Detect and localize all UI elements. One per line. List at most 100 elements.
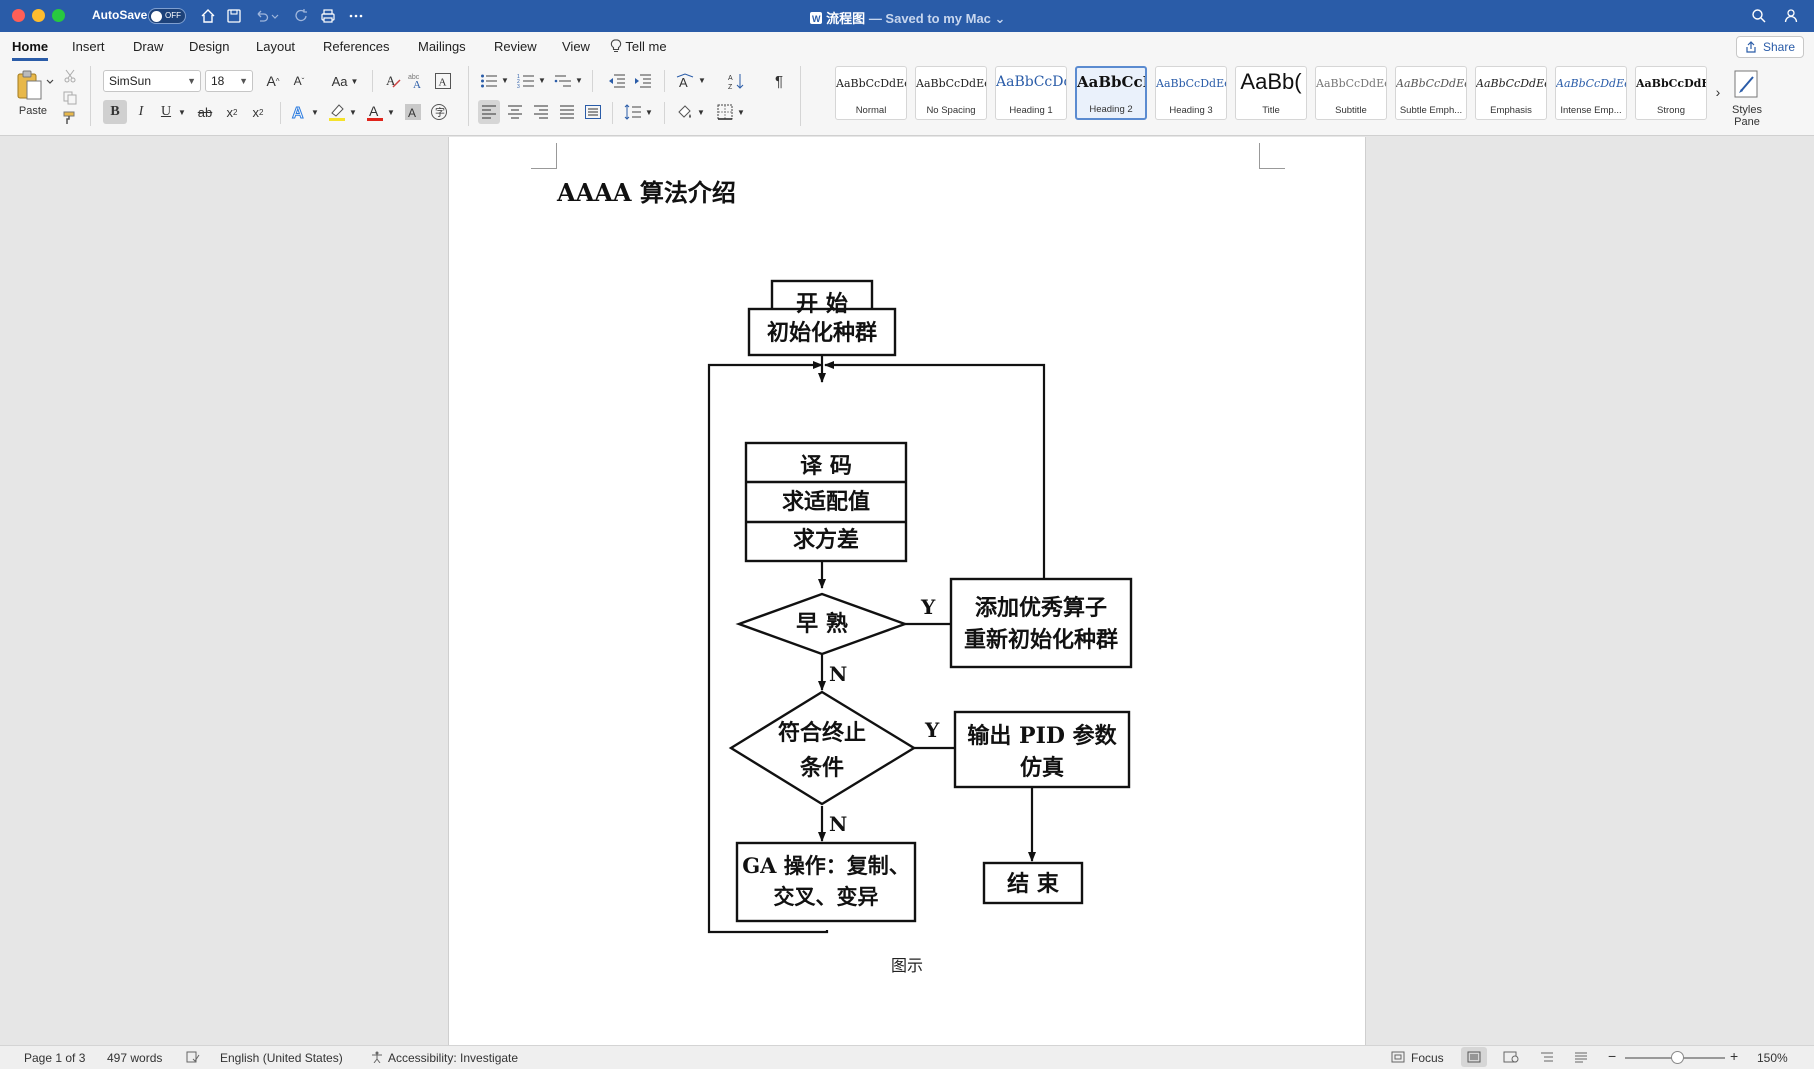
style-intense-emphasis[interactable]: AaBbCcDdEe Intense Emp... [1555, 66, 1627, 120]
style-heading-1[interactable]: AaBbCcDc Heading 1 [995, 66, 1067, 120]
font-color-icon[interactable]: A [364, 100, 386, 124]
strikethrough-button[interactable]: ab [193, 100, 217, 124]
figure-caption[interactable]: 图示 [449, 952, 1365, 976]
page-count[interactable]: Page 1 of 3 [24, 1051, 85, 1065]
font-name-select[interactable]: SimSun ▼ [103, 70, 201, 92]
multilevel-list-icon[interactable] [552, 70, 574, 92]
style-subtle-emphasis[interactable]: AaBbCcDdEe Subtle Emph... [1395, 66, 1467, 120]
paste-dropdown-icon[interactable] [45, 76, 55, 88]
bullets-icon[interactable] [478, 70, 500, 92]
underline-dropdown-icon[interactable]: ▼ [177, 104, 187, 120]
clear-formatting-icon[interactable]: A [382, 70, 404, 92]
tab-draw[interactable]: Draw [133, 39, 163, 54]
gallery-next-icon[interactable]: › [1712, 82, 1724, 102]
borders-dropdown-icon[interactable]: ▼ [736, 104, 746, 120]
accessibility-status[interactable]: Accessibility: Investigate [388, 1051, 518, 1065]
style-no-spacing[interactable]: AaBbCcDdEe No Spacing [915, 66, 987, 120]
search-icon[interactable] [1749, 6, 1769, 26]
accessibility-icon[interactable] [370, 1051, 384, 1066]
zoom-out-button[interactable]: − [1608, 1048, 1616, 1064]
undo-icon[interactable] [252, 6, 272, 26]
align-left-button[interactable] [478, 100, 500, 124]
text-effects-dropdown-icon[interactable]: ▼ [310, 104, 320, 120]
save-icon[interactable] [224, 6, 244, 26]
shading-dropdown-icon[interactable]: ▼ [696, 104, 706, 120]
close-window-button[interactable] [12, 9, 25, 22]
italic-button[interactable]: I [130, 100, 152, 124]
phonetic-guide-icon[interactable]: abc A [406, 70, 428, 92]
superscript-button[interactable]: x2 [246, 100, 270, 124]
numbering-dropdown-icon[interactable]: ▼ [537, 72, 547, 88]
underline-button[interactable]: U [155, 100, 177, 124]
font-color-dropdown-icon[interactable]: ▼ [386, 104, 396, 120]
format-painter-icon[interactable] [62, 110, 78, 126]
draft-view-button[interactable] [1574, 1051, 1588, 1066]
focus-mode-button[interactable]: Focus [1411, 1051, 1444, 1065]
line-spacing-dropdown-icon[interactable]: ▼ [644, 104, 654, 120]
style-title[interactable]: AaBb( Title [1235, 66, 1307, 120]
style-emphasis[interactable]: AaBbCcDdEe Emphasis [1475, 66, 1547, 120]
character-shading-icon[interactable]: A [402, 100, 424, 124]
tab-mailings[interactable]: Mailings [418, 39, 466, 54]
more-options-icon[interactable] [346, 6, 366, 26]
zoom-window-button[interactable] [52, 9, 65, 22]
tab-design[interactable]: Design [189, 39, 229, 54]
tab-references[interactable]: References [323, 39, 389, 54]
copy-icon[interactable] [62, 90, 78, 106]
style-heading-2[interactable]: AaBbCcI Heading 2 [1075, 66, 1147, 120]
print-icon[interactable] [318, 6, 338, 26]
tab-view[interactable]: View [562, 39, 590, 54]
enclose-characters-icon[interactable]: 字 [428, 100, 450, 124]
word-count[interactable]: 497 words [107, 1051, 162, 1065]
tab-insert[interactable]: Insert [72, 39, 105, 54]
tab-review[interactable]: Review [494, 39, 537, 54]
home-icon[interactable] [198, 6, 218, 26]
cut-icon[interactable] [62, 68, 78, 84]
shading-icon[interactable] [674, 100, 696, 124]
styles-pane-icon[interactable] [1732, 68, 1762, 100]
zoom-level[interactable]: 150% [1757, 1051, 1788, 1065]
multilevel-dropdown-icon[interactable]: ▼ [574, 72, 584, 88]
account-icon[interactable] [1782, 6, 1802, 26]
asian-layout-dropdown-icon[interactable]: ▼ [697, 72, 707, 88]
sort-icon[interactable]: AZ [726, 70, 748, 92]
title-chevron-icon[interactable]: ⌄ [995, 11, 1006, 26]
numbering-icon[interactable]: 123 [515, 70, 537, 92]
asian-layout-icon[interactable]: A [674, 70, 696, 92]
justify-button[interactable] [556, 100, 578, 124]
redo-icon[interactable] [292, 6, 312, 26]
subscript-button[interactable]: x2 [220, 100, 244, 124]
outline-view-button[interactable] [1540, 1051, 1554, 1066]
style-subtitle[interactable]: AaBbCcDdEe Subtitle [1315, 66, 1387, 120]
zoom-in-button[interactable]: + [1730, 1048, 1738, 1064]
focus-icon[interactable] [1391, 1051, 1405, 1066]
line-spacing-icon[interactable] [622, 100, 644, 124]
increase-indent-icon[interactable] [632, 70, 654, 92]
style-strong[interactable]: AaBbCcDdEe Strong [1635, 66, 1707, 120]
align-center-button[interactable] [504, 100, 526, 124]
text-effects-icon[interactable]: A [288, 100, 310, 124]
style-heading-3[interactable]: AaBbCcDdEe Heading 3 [1155, 66, 1227, 120]
tab-home[interactable]: Home [12, 39, 49, 61]
borders-icon[interactable] [714, 100, 736, 124]
zoom-slider-thumb[interactable] [1671, 1051, 1684, 1064]
proofing-icon[interactable] [186, 1051, 200, 1066]
highlight-dropdown-icon[interactable]: ▼ [348, 104, 358, 120]
bullets-dropdown-icon[interactable]: ▼ [500, 72, 510, 88]
undo-dropdown-icon[interactable] [270, 6, 280, 26]
document-page[interactable]: AAAA 算法介绍 开 始 初始化种群 译 码 求适配值 求方差 早 熟 添加优… [448, 137, 1366, 1045]
style-normal[interactable]: AaBbCcDdEe Normal [835, 66, 907, 120]
align-right-button[interactable] [530, 100, 552, 124]
change-case-button[interactable]: Aa ▼ [328, 70, 362, 92]
share-button[interactable]: Share [1735, 36, 1804, 58]
minimize-window-button[interactable] [32, 9, 45, 22]
distributed-button[interactable] [582, 100, 604, 124]
decrease-indent-icon[interactable] [606, 70, 628, 92]
grow-font-icon[interactable]: A ^ [263, 70, 283, 92]
tab-layout[interactable]: Layout [256, 39, 295, 54]
font-size-select[interactable]: 18 ▼ [205, 70, 253, 92]
highlight-icon[interactable] [326, 100, 348, 124]
shrink-font-icon[interactable]: Aˇ [289, 70, 309, 92]
flowchart-image[interactable]: 开 始 初始化种群 译 码 求适配值 求方差 早 熟 添加优秀算子 重新初始化种… [449, 137, 1367, 957]
paste-icon[interactable] [14, 68, 44, 102]
